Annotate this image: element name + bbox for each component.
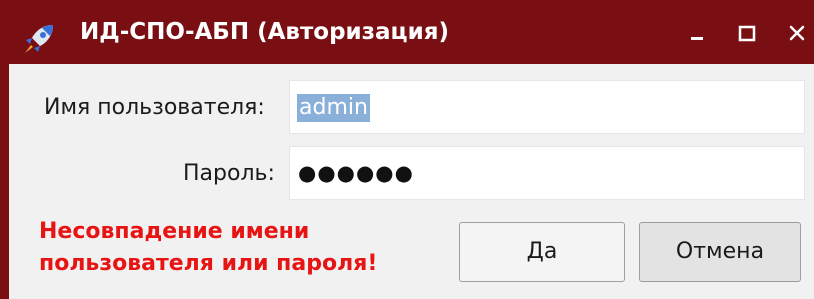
error-line-1: Несовпадение имени xyxy=(39,219,310,244)
maximize-icon[interactable] xyxy=(734,20,760,46)
username-field[interactable]: admin xyxy=(289,80,805,134)
username-label: Имя пользователя: xyxy=(44,95,265,120)
close-icon[interactable] xyxy=(784,20,810,46)
ok-button[interactable]: Да xyxy=(459,222,625,282)
password-field[interactable]: ●●●●●● xyxy=(289,146,805,200)
password-value[interactable]: ●●●●●● xyxy=(298,157,414,189)
cancel-button[interactable]: Отмена xyxy=(639,222,801,282)
error-message: Несовпадение имени пользователя или паро… xyxy=(39,216,439,280)
username-value[interactable]: admin xyxy=(297,94,370,122)
login-dialog: ИД-СПО-АБП (Авторизация) Имя пользовател… xyxy=(0,0,814,299)
error-line-2: пользователя или пароля! xyxy=(39,251,378,276)
dialog-body: Имя пользователя: admin Пароль: ●●●●●● Н… xyxy=(9,64,814,299)
rocket-icon xyxy=(25,25,53,53)
window-title: ИД-СПО-АБП (Авторизация) xyxy=(80,19,449,45)
minimize-icon[interactable] xyxy=(684,20,710,46)
password-label: Пароль: xyxy=(183,161,275,186)
title-bar[interactable]: ИД-СПО-АБП (Авторизация) xyxy=(0,0,814,64)
